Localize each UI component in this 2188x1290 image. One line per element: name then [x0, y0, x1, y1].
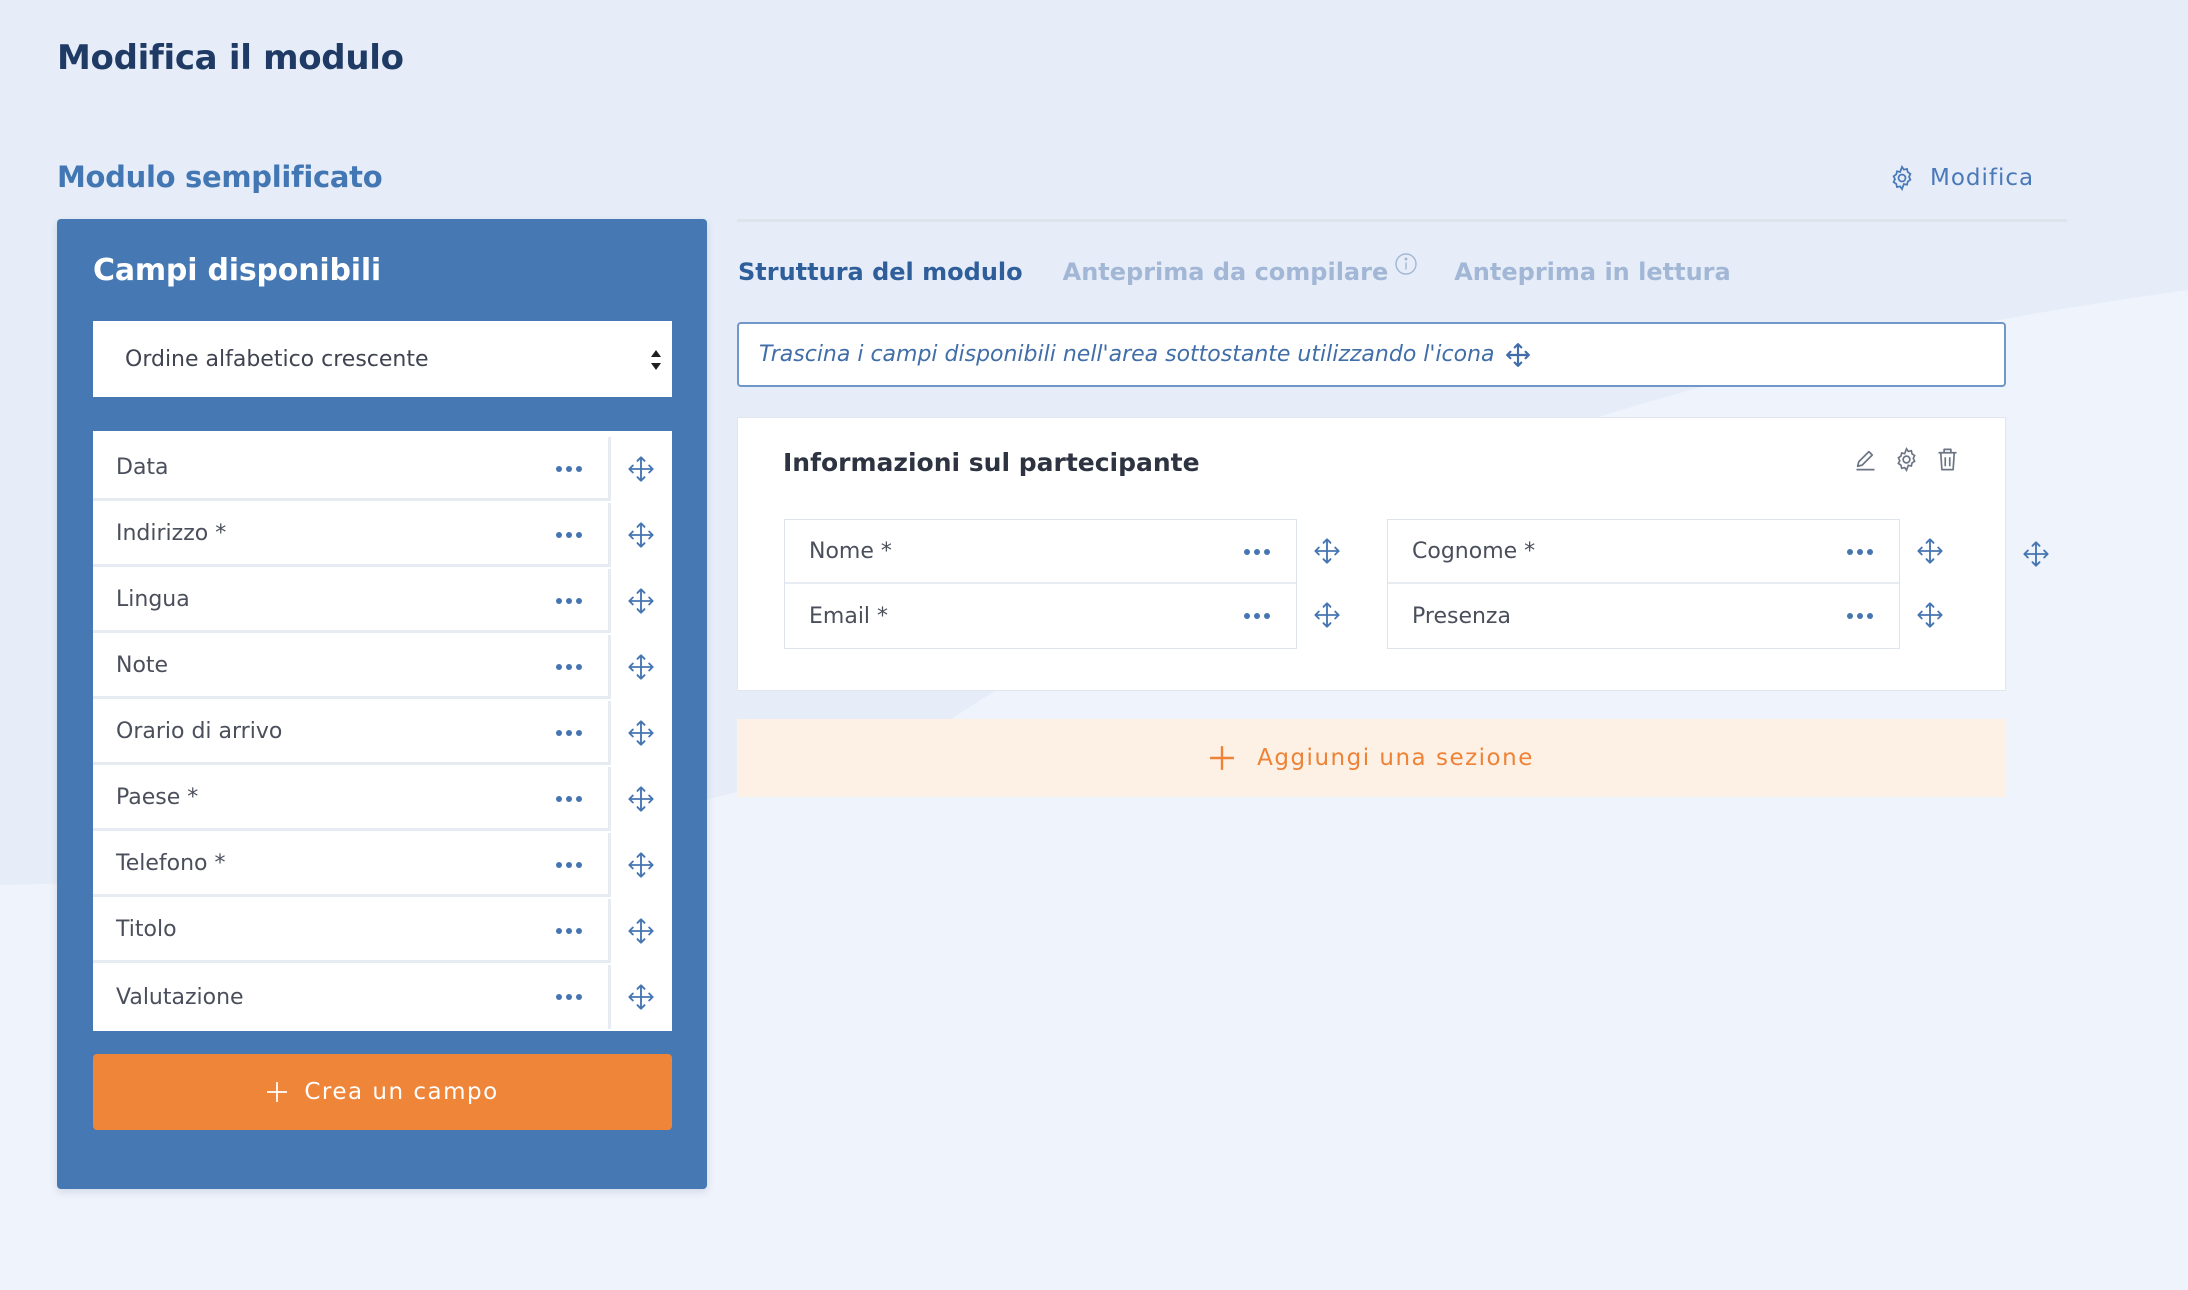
- move-icon[interactable]: [627, 653, 655, 681]
- more-options-icon[interactable]: [554, 921, 584, 941]
- field-label: Presenza: [1412, 603, 1511, 629]
- more-options-icon[interactable]: [1845, 606, 1875, 626]
- list-item: Orario di arrivo: [93, 701, 672, 767]
- list-item: Lingua: [93, 569, 672, 635]
- field-label: Valutazione: [116, 984, 244, 1010]
- sort-select-value: Ordine alfabetico crescente: [125, 346, 429, 372]
- form-tabs: Struttura del modulo Anteprima da compil…: [738, 253, 1731, 286]
- field-label: Titolo: [116, 917, 177, 942]
- info-icon[interactable]: [1394, 252, 1418, 276]
- modify-label: Modifica: [1930, 165, 2035, 191]
- move-icon: [1505, 342, 1530, 367]
- more-options-icon[interactable]: [1242, 542, 1272, 562]
- section-column: Nome * Email *: [784, 519, 1297, 649]
- section-tools: [1852, 446, 1961, 473]
- list-item: Indirizzo *: [93, 503, 672, 569]
- trash-icon[interactable]: [1934, 446, 1961, 473]
- tab-fill-preview-label: Anteprima da compilare: [1062, 258, 1389, 286]
- section-field[interactable]: Nome *: [785, 520, 1296, 584]
- move-icon[interactable]: [627, 917, 655, 945]
- field-label: Email *: [809, 603, 889, 629]
- move-icon[interactable]: [1313, 537, 1341, 565]
- field-label: Nome *: [809, 538, 892, 564]
- field-item[interactable]: Lingua: [93, 569, 611, 633]
- edit-icon[interactable]: [1852, 446, 1879, 473]
- more-options-icon[interactable]: [554, 525, 584, 545]
- move-icon[interactable]: [627, 521, 655, 549]
- list-item: Titolo: [93, 899, 672, 965]
- available-fields-panel: Campi disponibili Ordine alfabetico cres…: [57, 219, 707, 1189]
- move-icon[interactable]: [627, 785, 655, 813]
- field-item[interactable]: Data: [93, 437, 611, 501]
- move-icon[interactable]: [627, 719, 655, 747]
- list-item: Telefono *: [93, 833, 672, 899]
- move-icon[interactable]: [627, 983, 655, 1011]
- gear-icon[interactable]: [1893, 446, 1920, 473]
- field-item[interactable]: Telefono *: [93, 833, 611, 897]
- sort-arrows-icon: [651, 350, 661, 370]
- more-options-icon[interactable]: [554, 987, 584, 1007]
- gear-icon: [1892, 165, 1912, 191]
- field-label: Note: [116, 653, 169, 678]
- field-item[interactable]: Titolo: [93, 899, 611, 963]
- drag-hint-text: Trascina i campi disponibili nell'area s…: [759, 342, 1495, 367]
- more-options-icon[interactable]: [554, 459, 584, 479]
- add-section-button[interactable]: Aggiungi una sezione: [737, 719, 2006, 797]
- list-item: Note: [93, 635, 672, 701]
- drag-hint: Trascina i campi disponibili nell'area s…: [737, 322, 2006, 387]
- tab-fill-preview[interactable]: Anteprima da compilare: [1062, 253, 1417, 286]
- modify-form-button[interactable]: Modifica: [1888, 164, 2034, 192]
- more-options-icon[interactable]: [554, 855, 584, 875]
- section-field[interactable]: Email *: [785, 584, 1296, 648]
- field-item[interactable]: Note: [93, 635, 611, 699]
- more-options-icon[interactable]: [1845, 542, 1875, 562]
- available-fields-list: Data Indirizzo * Lingua Note Orario di a…: [93, 431, 672, 1031]
- page-title: Modifica il modulo: [57, 38, 404, 78]
- panel-title: Campi disponibili: [93, 253, 381, 288]
- field-label: Orario di arrivo: [116, 719, 283, 744]
- move-icon[interactable]: [1916, 537, 1944, 565]
- move-icon[interactable]: [627, 851, 655, 879]
- section-move-icon[interactable]: [2022, 540, 2050, 568]
- field-label: Paese *: [116, 785, 199, 810]
- plus-icon: [267, 1082, 288, 1102]
- more-options-icon[interactable]: [554, 591, 584, 611]
- plus-icon: [1210, 746, 1235, 770]
- move-icon[interactable]: [1313, 601, 1341, 629]
- field-label: Lingua: [116, 587, 190, 612]
- create-field-label: Crea un campo: [304, 1079, 499, 1105]
- form-section: Informazioni sul partecipante Nome * Ema…: [737, 417, 2006, 691]
- create-field-button[interactable]: Crea un campo: [93, 1054, 672, 1130]
- more-options-icon[interactable]: [554, 723, 584, 743]
- move-icon[interactable]: [627, 587, 655, 615]
- add-section-label: Aggiungi una sezione: [1257, 745, 1534, 771]
- sort-select[interactable]: Ordine alfabetico crescente: [93, 321, 672, 397]
- section-field[interactable]: Cognome *: [1388, 520, 1899, 584]
- list-item: Valutazione: [93, 965, 672, 1031]
- form-name: Modulo semplificato: [57, 160, 383, 194]
- list-item: Data: [93, 437, 672, 503]
- section-field[interactable]: Presenza: [1388, 584, 1899, 648]
- field-item[interactable]: Paese *: [93, 767, 611, 831]
- tab-structure[interactable]: Struttura del modulo: [738, 258, 1023, 286]
- more-options-icon[interactable]: [1242, 606, 1272, 626]
- list-item: Paese *: [93, 767, 672, 833]
- field-label: Telefono *: [116, 851, 226, 876]
- more-options-icon[interactable]: [554, 789, 584, 809]
- more-options-icon[interactable]: [554, 657, 584, 677]
- section-title: Informazioni sul partecipante: [783, 448, 1200, 477]
- section-column: Cognome * Presenza: [1387, 519, 1900, 649]
- tab-read-preview[interactable]: Anteprima in lettura: [1454, 258, 1730, 286]
- move-icon[interactable]: [1916, 601, 1944, 629]
- field-item[interactable]: Orario di arrivo: [93, 701, 611, 765]
- move-icon[interactable]: [627, 455, 655, 483]
- field-item[interactable]: Valutazione: [93, 965, 611, 1029]
- field-label: Cognome *: [1412, 538, 1536, 564]
- header-divider: [737, 219, 2067, 222]
- field-label: Indirizzo *: [116, 521, 227, 546]
- field-label: Data: [116, 455, 169, 480]
- field-item[interactable]: Indirizzo *: [93, 503, 611, 567]
